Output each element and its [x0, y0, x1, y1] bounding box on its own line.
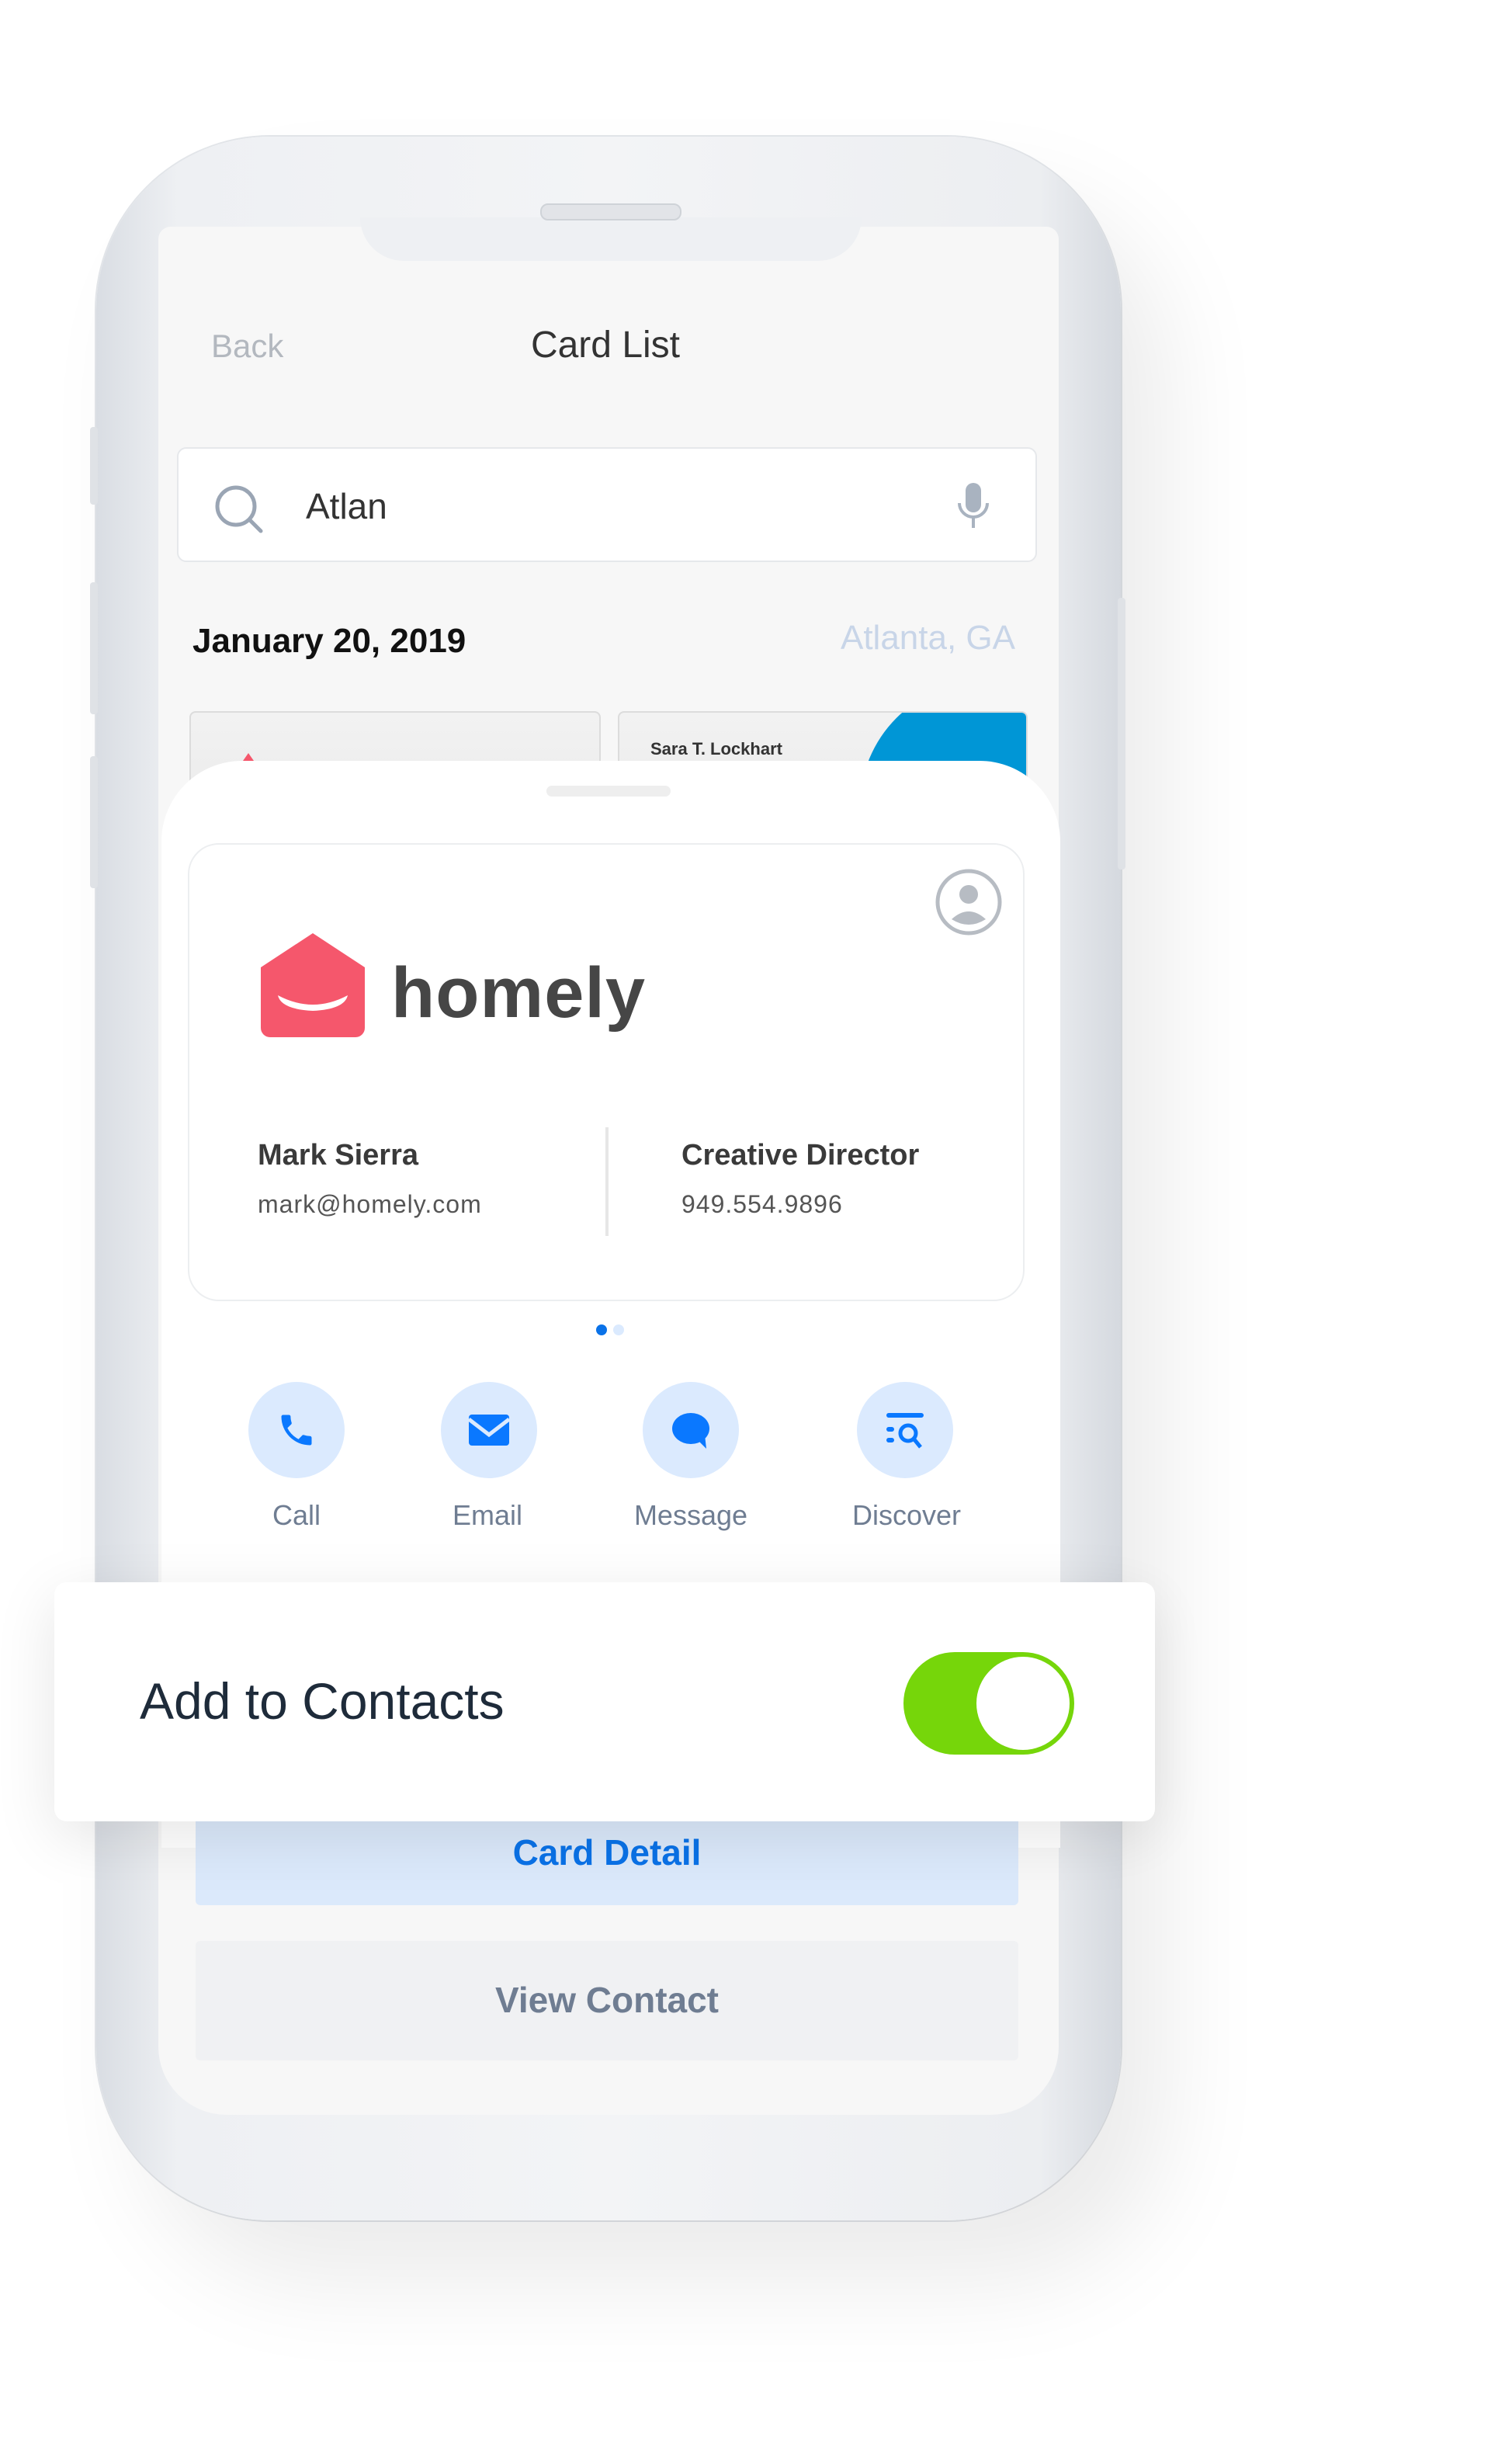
contact-email[interactable]: mark@homely.com	[258, 1192, 482, 1220]
group-location: Atlanta, GA	[840, 618, 1015, 657]
contact-phone[interactable]: 949.554.9896	[681, 1192, 843, 1220]
chat-bubble-icon	[672, 1413, 709, 1449]
contact-job-title: Creative Director	[681, 1140, 920, 1172]
search-input[interactable]: Atlan	[177, 447, 1037, 562]
email-button[interactable]	[441, 1382, 537, 1478]
back-button[interactable]: Back	[211, 329, 283, 366]
notch	[360, 217, 862, 261]
view-contact-button[interactable]: View Contact	[196, 1941, 1018, 2060]
volume-up-button	[90, 582, 98, 714]
volume-down-button	[90, 756, 98, 888]
card-detail-label: Card Detail	[512, 1832, 702, 1873]
call-button[interactable]	[248, 1382, 345, 1478]
page-title: Card List	[530, 325, 681, 366]
envelope-icon	[467, 1415, 511, 1446]
contact-name: Mark Sierra	[258, 1140, 419, 1172]
add-to-contacts-toggle[interactable]	[903, 1652, 1074, 1755]
page-dot-active[interactable]	[596, 1324, 607, 1335]
group-date: January 20, 2019	[192, 621, 466, 660]
profile-icon[interactable]	[935, 868, 1003, 936]
speaker	[540, 203, 681, 220]
message-button[interactable]	[643, 1382, 739, 1478]
card-holder-name: Sara T. Lockhart	[650, 741, 782, 759]
add-to-contacts-label: Add to Contacts	[140, 1672, 505, 1730]
search-value: Atlan	[306, 486, 387, 526]
page-dot[interactable]	[613, 1324, 624, 1335]
discover-button[interactable]	[857, 1382, 953, 1478]
drag-handle[interactable]	[546, 786, 671, 797]
microphone-icon[interactable]	[955, 480, 992, 533]
call-label: Call	[272, 1500, 321, 1531]
email-label: Email	[452, 1500, 522, 1531]
discover-label: Discover	[851, 1500, 961, 1531]
add-to-contacts-toast: Add to Contacts	[54, 1582, 1155, 1821]
view-contact-label: View Contact	[495, 1980, 719, 2020]
search-icon	[215, 485, 263, 533]
power-button	[1118, 598, 1125, 870]
company-name: homely	[391, 952, 647, 1033]
homely-logo-icon	[261, 933, 365, 1037]
divider	[605, 1127, 609, 1236]
toggle-knob	[976, 1657, 1070, 1750]
business-card[interactable]: homely Mark Sierra mark@homely.com Creat…	[188, 843, 1025, 1301]
phone-icon	[281, 1415, 312, 1446]
message-label: Message	[633, 1500, 748, 1531]
discover-search-icon	[886, 1413, 924, 1449]
mute-switch	[90, 427, 98, 505]
